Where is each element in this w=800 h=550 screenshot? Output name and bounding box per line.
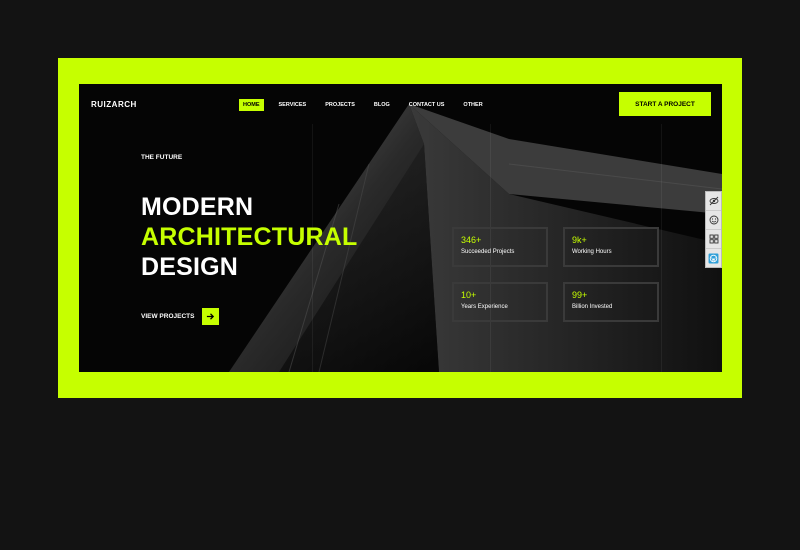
stat-value: 9k+ xyxy=(572,235,587,245)
headline-line-2: ARCHITECTURAL xyxy=(141,223,358,251)
side-toolbar xyxy=(705,191,722,268)
headline-line-1: MODERN xyxy=(141,193,254,221)
arrow-right-icon[interactable] xyxy=(202,308,220,325)
stat-label: Years Experience xyxy=(461,304,508,310)
stat-card: 99+ Billion Invested xyxy=(563,282,659,322)
nav-item-other[interactable]: OTHER xyxy=(459,99,486,111)
smile-icon[interactable] xyxy=(706,211,721,230)
site-logo[interactable]: RUIZARCH xyxy=(91,100,137,109)
stat-label: Succeeded Projects xyxy=(461,249,515,255)
stat-value: 346+ xyxy=(461,235,482,245)
view-projects-link[interactable]: VIEW PROJECTS xyxy=(141,308,220,325)
view-projects-label: VIEW PROJECTS xyxy=(141,313,195,320)
stat-value: 10+ xyxy=(461,290,477,300)
wordpress-icon[interactable] xyxy=(706,249,721,267)
nav-item-services[interactable]: SERVICES xyxy=(275,99,311,111)
stat-label: Working Hours xyxy=(572,249,612,255)
stat-card: 9k+ Working Hours xyxy=(563,227,659,267)
stat-card: 10+ Years Experience xyxy=(452,282,548,322)
grid-icon[interactable] xyxy=(706,230,721,249)
eye-slash-icon[interactable] xyxy=(706,192,721,211)
stat-value: 99+ xyxy=(572,290,588,300)
nav-item-blog[interactable]: BLOG xyxy=(370,99,394,111)
grid-line xyxy=(661,124,662,372)
nav-item-projects[interactable]: PROJECTS xyxy=(321,99,359,111)
stat-label: Billion Invested xyxy=(572,304,613,310)
hero-eyebrow: THE FUTURE xyxy=(141,154,183,161)
main-nav: HOME SERVICES PROJECTS BLOG CONTACT US O… xyxy=(239,99,498,111)
nav-item-contact-us[interactable]: CONTACT US xyxy=(405,99,449,111)
start-project-button[interactable]: START A PROJECT xyxy=(619,92,711,116)
stat-card: 346+ Succeeded Projects xyxy=(452,227,548,267)
website-preview: RUIZARCH HOME SERVICES PROJECTS BLOG CON… xyxy=(79,84,722,372)
nav-item-home[interactable]: HOME xyxy=(239,99,264,111)
headline-line-3: DESIGN xyxy=(141,253,239,281)
hero-headline: MODERN ARCHITECTURAL DESIGN xyxy=(141,192,357,282)
